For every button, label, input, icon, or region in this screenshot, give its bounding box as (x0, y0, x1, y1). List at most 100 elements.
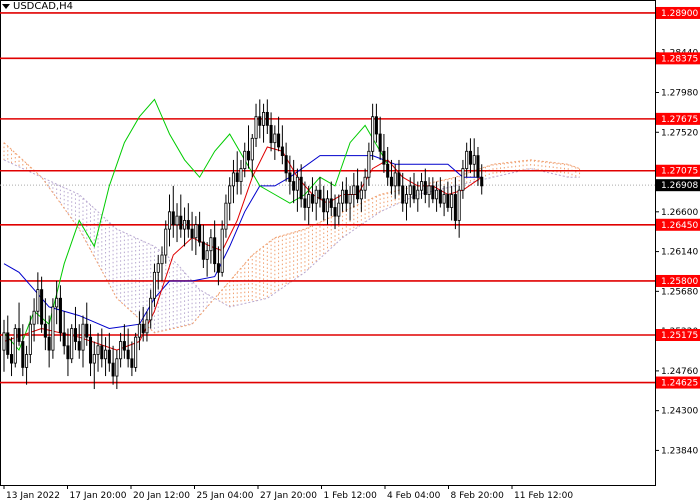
candle-body (88, 336, 93, 364)
candle-body (130, 358, 134, 368)
candle-body (408, 185, 412, 195)
candle-body (149, 297, 153, 321)
candle-body (224, 202, 228, 230)
candle-body (77, 341, 81, 351)
candle-body (299, 176, 303, 200)
candle-body (352, 185, 356, 195)
level-label-text: 1.28375 (661, 54, 698, 64)
price-tick-label: 1.24300 (661, 407, 698, 417)
candle-body (356, 185, 360, 200)
candle-body (216, 263, 220, 273)
candle-body (104, 349, 108, 360)
candle-body (111, 362, 115, 377)
current-price-label-text: 1.26908 (661, 181, 698, 191)
candle-body (435, 189, 439, 200)
candle-body (389, 176, 393, 187)
time-tick-label: 27 Jan 20:00 (260, 491, 317, 500)
candle-body (235, 172, 239, 182)
candle-body (2, 332, 6, 351)
price-tick-label: 1.26140 (661, 248, 698, 258)
candle-body (284, 155, 288, 174)
candle-body (179, 215, 183, 230)
candle-body (310, 194, 314, 204)
candle-body (374, 116, 378, 135)
candle-body (442, 194, 446, 204)
candle-body (246, 150, 251, 161)
candle-body (427, 185, 431, 195)
candle-body (209, 237, 213, 252)
candle-body (152, 271, 156, 299)
candle-body (167, 211, 172, 230)
candle-body (480, 176, 484, 187)
candle-body (314, 189, 318, 204)
candle-body (341, 189, 345, 204)
candle-body (329, 198, 333, 208)
price-tick-label: 1.27980 (661, 89, 698, 99)
candle-body (164, 228, 168, 256)
candle-body (401, 185, 405, 204)
candle-body (438, 189, 442, 204)
candle-body (40, 289, 44, 325)
candle-body (25, 354, 29, 368)
candle-body (322, 198, 326, 213)
candle-body (333, 207, 337, 217)
candle-body (81, 323, 85, 351)
candle-body (13, 328, 17, 364)
price-tick-label: 1.23840 (661, 446, 698, 456)
candle-body (386, 163, 390, 178)
candle-body (66, 345, 70, 360)
candle-body (28, 323, 32, 355)
candle-body (307, 194, 311, 208)
candle-body (126, 349, 130, 360)
candle-body (36, 289, 40, 312)
candle-body (453, 194, 457, 221)
candle-body (228, 185, 232, 204)
level-label-text: 1.27075 (661, 167, 698, 177)
candle-body (17, 328, 21, 342)
candle-body (457, 189, 461, 221)
candle-body (254, 116, 258, 139)
candle-body (250, 137, 254, 161)
time-tick-label: 4 Feb 04:00 (387, 491, 441, 500)
candle-body (171, 211, 175, 226)
candle-body (393, 172, 397, 187)
candle-body (231, 172, 235, 187)
candle-body (198, 224, 202, 243)
price-tick-label: 1.27520 (661, 128, 698, 138)
candle-body (423, 181, 427, 195)
candle-body (119, 341, 123, 360)
candle-body (461, 168, 465, 191)
candle-body (412, 185, 416, 200)
candle-body (239, 168, 243, 182)
candle-body (194, 224, 198, 239)
candle-body (325, 198, 330, 213)
candle-body (122, 341, 126, 351)
candle-body (359, 189, 363, 200)
candle-body (337, 202, 341, 217)
chart-window[interactable]: 1.289001.284401.279801.275201.270601.266… (0, 0, 700, 500)
candle-body (141, 323, 145, 334)
time-tick-label: 17 Jan 20:00 (70, 491, 127, 500)
price-tick-label: 1.24760 (661, 367, 698, 377)
candle-body (107, 349, 111, 364)
candle-body (262, 111, 266, 126)
candle-body (183, 220, 187, 230)
candle-body (273, 133, 277, 144)
time-tick-label: 8 Feb 20:00 (451, 491, 505, 500)
candle-body (450, 194, 454, 208)
time-tick-label: 13 Jan 2022 (6, 491, 60, 500)
candle-body (160, 254, 164, 265)
candle-body (96, 345, 100, 355)
candle-body (382, 150, 386, 165)
level-label-text: 1.24625 (661, 379, 698, 389)
candle-body (190, 228, 194, 239)
candle-body (213, 237, 217, 265)
dropdown-triangle-icon[interactable] (2, 3, 10, 9)
candle-body (100, 345, 104, 360)
candle-body (58, 297, 62, 334)
price-chart[interactable]: 1.289001.284401.279801.275201.270601.266… (0, 0, 700, 500)
candle-body (292, 181, 296, 191)
price-tick-label: 1.26600 (661, 208, 698, 218)
candle-body (21, 341, 25, 368)
candle-body (258, 116, 262, 126)
